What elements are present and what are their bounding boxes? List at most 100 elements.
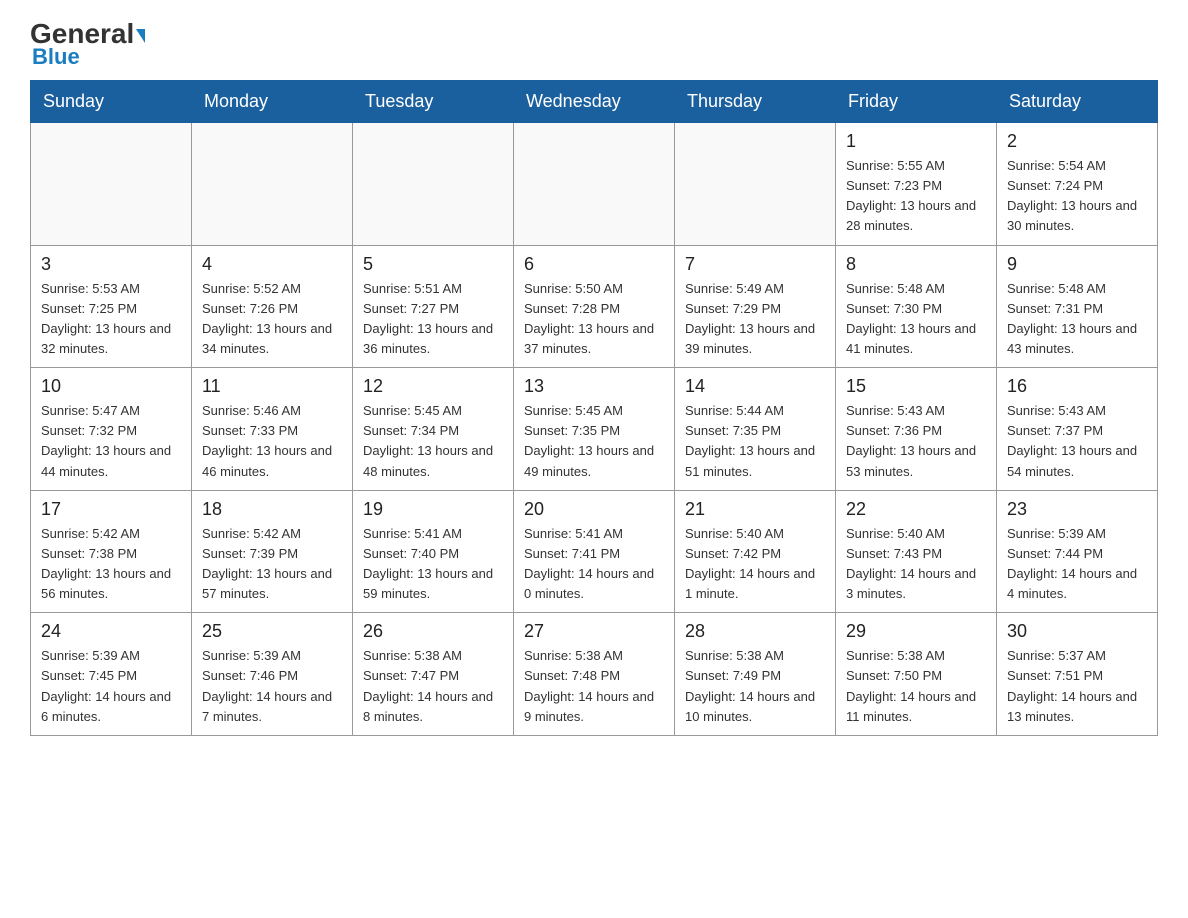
day-info: Sunrise: 5:43 AM Sunset: 7:36 PM Dayligh… — [846, 401, 986, 482]
calendar-cell: 4 Sunrise: 5:52 AM Sunset: 7:26 PM Daylig… — [192, 245, 353, 368]
logo-triangle-icon — [136, 29, 145, 43]
calendar-cell: 1 Sunrise: 5:55 AM Sunset: 7:23 PM Daylig… — [836, 123, 997, 246]
calendar-cell: 5 Sunrise: 5:51 AM Sunset: 7:27 PM Daylig… — [353, 245, 514, 368]
day-number: 25 — [202, 621, 342, 642]
day-number: 3 — [41, 254, 181, 275]
day-number: 12 — [363, 376, 503, 397]
day-info: Sunrise: 5:37 AM Sunset: 7:51 PM Dayligh… — [1007, 646, 1147, 727]
calendar-cell: 22 Sunrise: 5:40 AM Sunset: 7:43 PM Dayli… — [836, 490, 997, 613]
day-info: Sunrise: 5:44 AM Sunset: 7:35 PM Dayligh… — [685, 401, 825, 482]
day-info: Sunrise: 5:38 AM Sunset: 7:47 PM Dayligh… — [363, 646, 503, 727]
calendar-cell: 15 Sunrise: 5:43 AM Sunset: 7:36 PM Dayli… — [836, 368, 997, 491]
calendar-cell: 14 Sunrise: 5:44 AM Sunset: 7:35 PM Dayli… — [675, 368, 836, 491]
day-number: 16 — [1007, 376, 1147, 397]
calendar-cell: 20Sunrise: 5:41 AM Sunset: 7:41 PM Dayli… — [514, 490, 675, 613]
day-number: 17 — [41, 499, 181, 520]
day-number: 26 — [363, 621, 503, 642]
page-header: General Blue — [30, 20, 1158, 70]
day-info: Sunrise: 5:42 AM Sunset: 7:38 PM Dayligh… — [41, 524, 181, 605]
day-number: 8 — [846, 254, 986, 275]
week-row-4: 17 Sunrise: 5:42 AM Sunset: 7:38 PM Dayli… — [31, 490, 1158, 613]
calendar-cell: 30 Sunrise: 5:37 AM Sunset: 7:51 PM Dayli… — [997, 613, 1158, 736]
day-number: 13 — [524, 376, 664, 397]
calendar-cell — [675, 123, 836, 246]
day-info: Sunrise: 5:53 AM Sunset: 7:25 PM Dayligh… — [41, 279, 181, 360]
day-number: 1 — [846, 131, 986, 152]
day-header-saturday: Saturday — [997, 81, 1158, 123]
day-header-wednesday: Wednesday — [514, 81, 675, 123]
day-number: 14 — [685, 376, 825, 397]
day-number: 24 — [41, 621, 181, 642]
calendar-cell: 11 Sunrise: 5:46 AM Sunset: 7:33 PM Dayli… — [192, 368, 353, 491]
day-info: Sunrise: 5:55 AM Sunset: 7:23 PM Dayligh… — [846, 156, 986, 237]
day-number: 19 — [363, 499, 503, 520]
day-number: 2 — [1007, 131, 1147, 152]
day-info: Sunrise: 5:39 AM Sunset: 7:44 PM Dayligh… — [1007, 524, 1147, 605]
day-number: 7 — [685, 254, 825, 275]
day-number: 11 — [202, 376, 342, 397]
day-info: Sunrise: 5:52 AM Sunset: 7:26 PM Dayligh… — [202, 279, 342, 360]
day-info: Sunrise: 5:38 AM Sunset: 7:48 PM Dayligh… — [524, 646, 664, 727]
week-row-3: 10Sunrise: 5:47 AM Sunset: 7:32 PM Dayli… — [31, 368, 1158, 491]
calendar-cell: 19Sunrise: 5:41 AM Sunset: 7:40 PM Dayli… — [353, 490, 514, 613]
day-number: 27 — [524, 621, 664, 642]
logo: General Blue — [30, 20, 145, 70]
day-number: 28 — [685, 621, 825, 642]
day-info: Sunrise: 5:48 AM Sunset: 7:31 PM Dayligh… — [1007, 279, 1147, 360]
calendar-cell: 24Sunrise: 5:39 AM Sunset: 7:45 PM Dayli… — [31, 613, 192, 736]
day-info: Sunrise: 5:45 AM Sunset: 7:35 PM Dayligh… — [524, 401, 664, 482]
calendar-cell: 18Sunrise: 5:42 AM Sunset: 7:39 PM Dayli… — [192, 490, 353, 613]
day-header-monday: Monday — [192, 81, 353, 123]
day-header-sunday: Sunday — [31, 81, 192, 123]
day-number: 9 — [1007, 254, 1147, 275]
calendar-cell: 25 Sunrise: 5:39 AM Sunset: 7:46 PM Dayli… — [192, 613, 353, 736]
logo-blue: Blue — [32, 44, 80, 70]
calendar-cell: 16 Sunrise: 5:43 AM Sunset: 7:37 PM Dayli… — [997, 368, 1158, 491]
day-number: 22 — [846, 499, 986, 520]
week-row-2: 3 Sunrise: 5:53 AM Sunset: 7:25 PM Daylig… — [31, 245, 1158, 368]
week-row-1: 1 Sunrise: 5:55 AM Sunset: 7:23 PM Daylig… — [31, 123, 1158, 246]
day-number: 15 — [846, 376, 986, 397]
calendar-cell: 6 Sunrise: 5:50 AM Sunset: 7:28 PM Daylig… — [514, 245, 675, 368]
day-info: Sunrise: 5:47 AM Sunset: 7:32 PM Dayligh… — [41, 401, 181, 482]
day-info: Sunrise: 5:46 AM Sunset: 7:33 PM Dayligh… — [202, 401, 342, 482]
day-number: 4 — [202, 254, 342, 275]
calendar-cell — [192, 123, 353, 246]
calendar-cell: 27 Sunrise: 5:38 AM Sunset: 7:48 PM Dayli… — [514, 613, 675, 736]
calendar-cell: 10Sunrise: 5:47 AM Sunset: 7:32 PM Dayli… — [31, 368, 192, 491]
calendar-table: SundayMondayTuesdayWednesdayThursdayFrid… — [30, 80, 1158, 736]
day-number: 5 — [363, 254, 503, 275]
day-info: Sunrise: 5:38 AM Sunset: 7:50 PM Dayligh… — [846, 646, 986, 727]
day-info: Sunrise: 5:40 AM Sunset: 7:43 PM Dayligh… — [846, 524, 986, 605]
day-info: Sunrise: 5:51 AM Sunset: 7:27 PM Dayligh… — [363, 279, 503, 360]
day-info: Sunrise: 5:41 AM Sunset: 7:41 PM Dayligh… — [524, 524, 664, 605]
day-info: Sunrise: 5:48 AM Sunset: 7:30 PM Dayligh… — [846, 279, 986, 360]
day-number: 6 — [524, 254, 664, 275]
day-info: Sunrise: 5:54 AM Sunset: 7:24 PM Dayligh… — [1007, 156, 1147, 237]
calendar-cell: 29 Sunrise: 5:38 AM Sunset: 7:50 PM Dayli… — [836, 613, 997, 736]
day-info: Sunrise: 5:49 AM Sunset: 7:29 PM Dayligh… — [685, 279, 825, 360]
calendar-cell: 13 Sunrise: 5:45 AM Sunset: 7:35 PM Dayli… — [514, 368, 675, 491]
day-header-tuesday: Tuesday — [353, 81, 514, 123]
calendar-cell: 7 Sunrise: 5:49 AM Sunset: 7:29 PM Daylig… — [675, 245, 836, 368]
days-of-week-row: SundayMondayTuesdayWednesdayThursdayFrid… — [31, 81, 1158, 123]
day-info: Sunrise: 5:40 AM Sunset: 7:42 PM Dayligh… — [685, 524, 825, 605]
calendar-cell — [31, 123, 192, 246]
calendar-cell: 21 Sunrise: 5:40 AM Sunset: 7:42 PM Dayli… — [675, 490, 836, 613]
calendar-cell — [514, 123, 675, 246]
calendar-body: 1 Sunrise: 5:55 AM Sunset: 7:23 PM Daylig… — [31, 123, 1158, 736]
day-info: Sunrise: 5:50 AM Sunset: 7:28 PM Dayligh… — [524, 279, 664, 360]
day-number: 29 — [846, 621, 986, 642]
calendar-cell: 23Sunrise: 5:39 AM Sunset: 7:44 PM Dayli… — [997, 490, 1158, 613]
day-info: Sunrise: 5:38 AM Sunset: 7:49 PM Dayligh… — [685, 646, 825, 727]
day-header-friday: Friday — [836, 81, 997, 123]
day-info: Sunrise: 5:39 AM Sunset: 7:46 PM Dayligh… — [202, 646, 342, 727]
calendar-header: SundayMondayTuesdayWednesdayThursdayFrid… — [31, 81, 1158, 123]
calendar-cell: 26 Sunrise: 5:38 AM Sunset: 7:47 PM Dayli… — [353, 613, 514, 736]
calendar-cell: 12 Sunrise: 5:45 AM Sunset: 7:34 PM Dayli… — [353, 368, 514, 491]
day-info: Sunrise: 5:43 AM Sunset: 7:37 PM Dayligh… — [1007, 401, 1147, 482]
day-number: 21 — [685, 499, 825, 520]
day-number: 30 — [1007, 621, 1147, 642]
calendar-cell: 9 Sunrise: 5:48 AM Sunset: 7:31 PM Daylig… — [997, 245, 1158, 368]
day-info: Sunrise: 5:45 AM Sunset: 7:34 PM Dayligh… — [363, 401, 503, 482]
